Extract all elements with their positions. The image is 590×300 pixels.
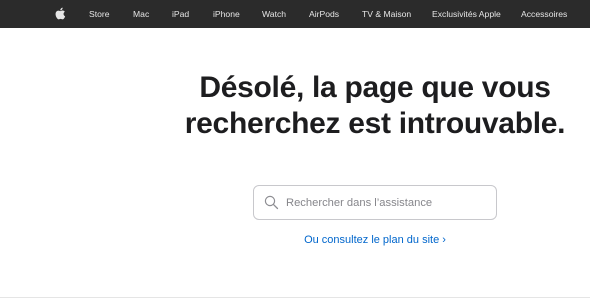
- nav-item-airpods[interactable]: AirPods: [309, 0, 339, 28]
- page-title: Désolé, la page que vous recherchez est …: [160, 70, 590, 142]
- global-nav: Store Mac iPad iPhone Watch AirPods TV &…: [0, 0, 590, 28]
- search-input[interactable]: [286, 186, 491, 219]
- search-icon: [264, 195, 279, 210]
- search-box[interactable]: [253, 185, 497, 220]
- nav-item-exclusivites[interactable]: Exclusivités Apple: [432, 0, 501, 28]
- page-title-line-2: recherchez est introuvable.: [184, 107, 566, 140]
- nav-item-mac[interactable]: Mac: [133, 0, 149, 28]
- nav-item-iphone[interactable]: iPhone: [213, 0, 240, 28]
- nav-item-tv-maison[interactable]: TV & Maison: [362, 0, 411, 28]
- nav-list: Store Mac iPad iPhone Watch AirPods TV &…: [0, 0, 590, 28]
- footer-divider: [0, 297, 590, 298]
- page-title-line-1: Désolé, la page que vous: [199, 71, 551, 104]
- nav-item-store[interactable]: Store: [89, 0, 110, 28]
- sitemap-link[interactable]: Ou consultez le plan du site ›: [253, 234, 497, 246]
- nav-item-ipad[interactable]: iPad: [172, 0, 189, 28]
- nav-item-accessoires[interactable]: Accessoires: [521, 0, 567, 28]
- nav-item-watch[interactable]: Watch: [262, 0, 286, 28]
